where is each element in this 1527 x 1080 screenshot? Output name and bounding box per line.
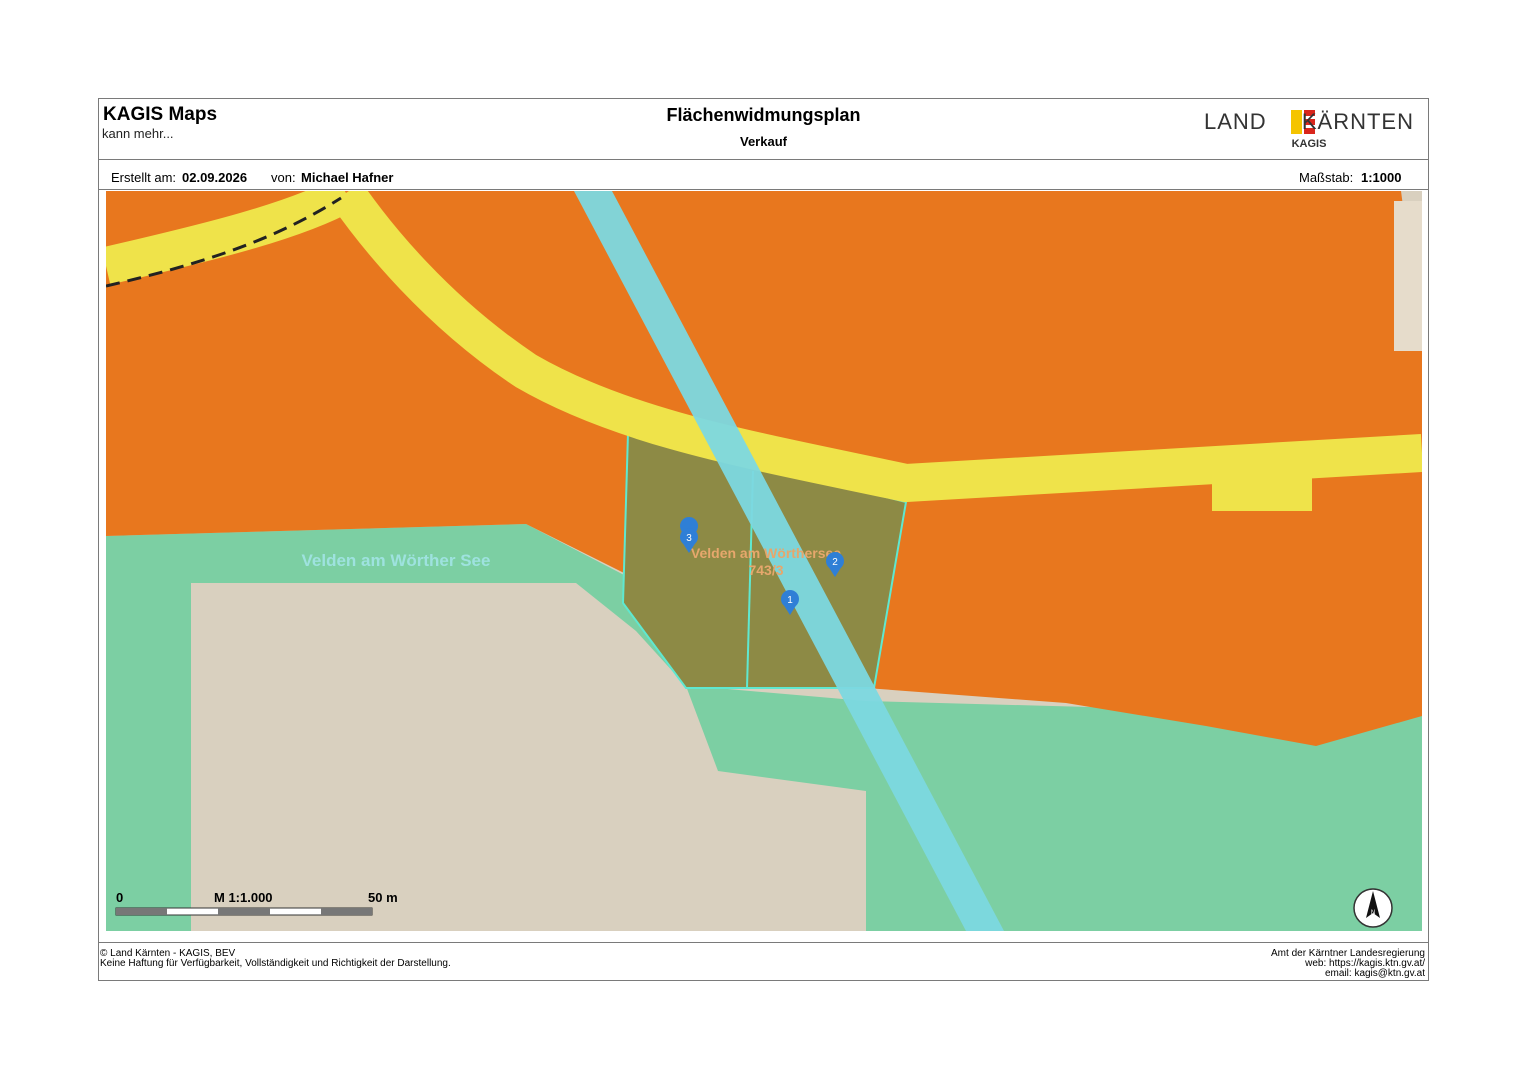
- created-value: 02.09.2026: [182, 170, 248, 185]
- created-label: Erstellt am:: [111, 170, 177, 185]
- email-link[interactable]: email: kagis@ktn.gv.at: [1271, 969, 1425, 979]
- marker-label: 3: [686, 533, 692, 544]
- map-view[interactable]: Velden am Wörther See Velden am Wörthers…: [106, 191, 1422, 931]
- scalebar-start: 0: [116, 890, 123, 905]
- author-label: von:: [271, 170, 296, 185]
- road-zone-bay: [1212, 469, 1312, 511]
- north-label: N: [1371, 910, 1375, 916]
- place-label: Velden am Wörther See: [302, 551, 491, 570]
- parcel-label-name: Velden am Wörthersee: [691, 545, 841, 561]
- logo-text-left: LAND: [1204, 109, 1267, 134]
- parcel-label-number: 743/3: [748, 562, 783, 578]
- north-arrow-icon: N: [1353, 888, 1393, 928]
- marker-label: 2: [832, 557, 838, 568]
- logo-text-right: KÄRNTEN: [1301, 109, 1414, 134]
- print-header: KAGIS Maps kann mehr... Flächenwidmungsp…: [99, 99, 1428, 160]
- land-kaernten-logo: LAND KÄRNTEN KAGIS: [1204, 105, 1414, 153]
- scale-value: 1:1000: [1361, 170, 1402, 185]
- scale-label: Maßstab:: [1299, 170, 1354, 185]
- map-canvas[interactable]: Velden am Wörther See Velden am Wörthers…: [106, 191, 1422, 931]
- print-footer: © Land Kärnten - KAGIS, BEV Keine Haftun…: [99, 942, 1428, 982]
- open-land-edge: [1394, 201, 1422, 351]
- author-value: Michael Hafner: [301, 170, 394, 185]
- scalebar-middle: M 1:1.000: [214, 890, 273, 905]
- meta-bar: Erstellt am: 02.09.2026 von: Michael Haf…: [99, 160, 1428, 190]
- disclaimer-text: Keine Haftung für Verfügbarkeit, Vollstä…: [100, 958, 451, 969]
- marker-label: 1: [787, 595, 793, 606]
- logo-kagis: KAGIS: [1291, 138, 1327, 150]
- scalebar-end: 50 m: [368, 890, 398, 905]
